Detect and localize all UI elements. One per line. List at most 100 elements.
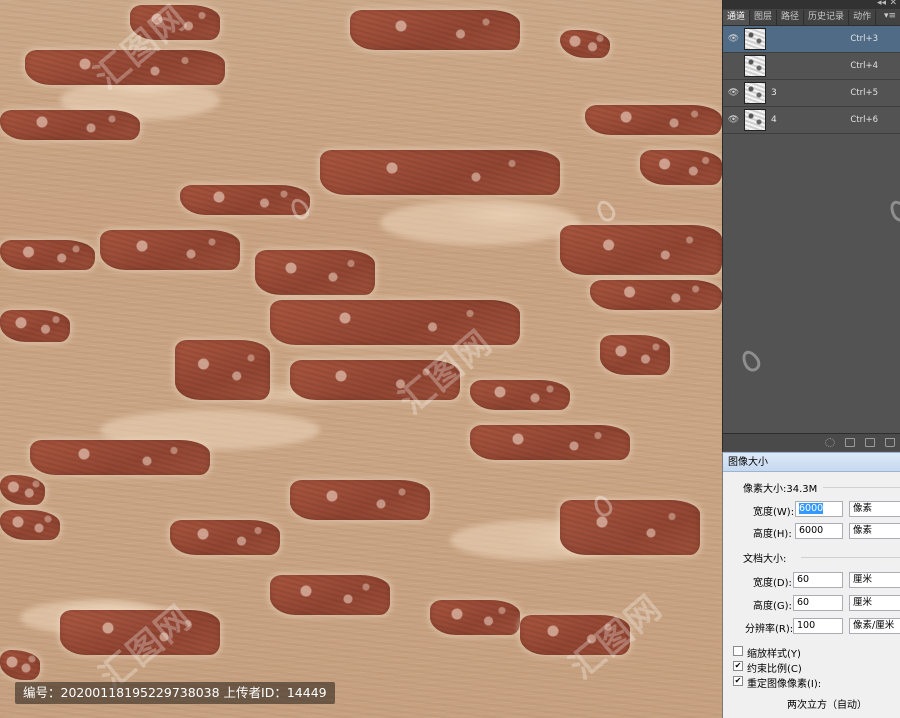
panel-tabs: 通道 图层 路径 历史记录 动作 ▾≡: [723, 9, 900, 26]
image-canvas[interactable]: 汇图网 汇图网 汇图网 汇图网 编号：20200118195229738038 …: [0, 0, 722, 718]
watermark-logo-icon: [738, 347, 764, 375]
channel-shortcut: Ctrl+4: [850, 61, 878, 71]
height-label: 高度(H):: [753, 529, 792, 540]
height-input[interactable]: 6000: [795, 523, 843, 539]
brick: [600, 335, 670, 375]
doc-width-value: 60: [797, 574, 810, 585]
constrain-proportions-checkbox[interactable]: ✔: [733, 661, 743, 671]
brick: [350, 10, 520, 50]
channel-row[interactable]: 👁 3 Ctrl+5: [723, 80, 900, 107]
channel-shortcut: Ctrl+5: [850, 88, 878, 98]
channel-row[interactable]: 👁 4 Ctrl+6: [723, 107, 900, 134]
brick: [430, 600, 520, 635]
delete-channel-icon[interactable]: [885, 438, 895, 447]
brick: [640, 150, 722, 185]
width-input[interactable]: 6000: [795, 501, 843, 517]
panel-menu-icon[interactable]: ▾≡: [884, 11, 896, 21]
doc-height-label: 高度(G):: [753, 601, 792, 612]
tab-layers[interactable]: 图层: [750, 10, 778, 25]
channel-shortcut: Ctrl+3: [850, 34, 878, 44]
doc-height-unit: 厘米: [853, 597, 873, 608]
doc-height-input[interactable]: 60: [793, 595, 843, 611]
watermark: 汇图网: [562, 587, 671, 688]
resolution-input[interactable]: 100: [793, 618, 843, 634]
brick: [290, 480, 430, 520]
eye-icon[interactable]: 👁: [727, 115, 740, 125]
pixel-size-label: 像素大小:34.3M: [743, 484, 818, 495]
brick: [0, 510, 60, 540]
doc-height-value: 60: [797, 597, 810, 608]
load-selection-icon[interactable]: [825, 438, 835, 447]
doc-width-label: 宽度(D):: [753, 578, 792, 589]
channel-name: 3: [771, 88, 777, 98]
resolution-value: 100: [797, 620, 816, 631]
height-value: 6000: [799, 525, 824, 536]
channel-thumbnail: [744, 82, 766, 104]
channel-row[interactable]: 👁 Ctrl+3: [723, 26, 900, 53]
divider: [823, 487, 900, 488]
brick: [0, 240, 95, 270]
channel-row[interactable]: Ctrl+4: [723, 53, 900, 80]
brick: [590, 280, 722, 310]
brick: [560, 30, 610, 58]
channel-thumbnail: [744, 109, 766, 131]
scale-styles-checkbox[interactable]: [733, 646, 743, 656]
eye-icon[interactable]: 👁: [727, 34, 740, 44]
watermark-logo-icon: [593, 197, 619, 225]
height-unit-select[interactable]: 像素▼: [849, 523, 900, 539]
doc-width-unit-select[interactable]: 厘米: [849, 572, 900, 588]
divider: [801, 557, 900, 558]
brick: [470, 425, 630, 460]
brick: [30, 440, 210, 475]
channel-shortcut: Ctrl+6: [850, 115, 878, 125]
doc-height-unit-select[interactable]: 厘米: [849, 595, 900, 611]
tab-history[interactable]: 历史记录: [804, 10, 850, 25]
image-id-caption: 编号：20200118195229738038 上传者ID：14449: [15, 682, 335, 704]
plaster-patch: [380, 200, 580, 245]
watermark-logo-icon: [886, 197, 900, 225]
brick: [170, 520, 280, 555]
width-value: 6000: [799, 503, 824, 514]
scale-styles-label: 缩放样式(Y): [747, 649, 801, 660]
channel-name: 4: [771, 115, 777, 125]
resample-checkbox[interactable]: ✔: [733, 676, 743, 686]
collapse-panel-icon[interactable]: ◂◂: [877, 0, 886, 8]
brick: [560, 225, 722, 275]
dialog-title: 图像大小: [723, 453, 900, 472]
tab-paths[interactable]: 路径: [777, 10, 805, 25]
eye-icon[interactable]: 👁: [727, 88, 740, 98]
height-unit: 像素: [853, 525, 873, 536]
brick: [0, 475, 45, 505]
panel-topbar: ◂◂ ✕: [723, 0, 900, 9]
image-size-dialog: 图像大小 像素大小:34.3M 宽度(W): 6000 像素 高度(H): 60…: [722, 452, 900, 718]
tab-channels[interactable]: 通道: [723, 10, 751, 25]
width-label: 宽度(W):: [753, 507, 795, 518]
width-unit-select[interactable]: 像素: [849, 501, 900, 517]
brick: [585, 105, 722, 135]
brick: [175, 340, 270, 400]
channel-thumbnail: [744, 28, 766, 50]
constrain-proportions-label: 约束比例(C): [747, 664, 802, 675]
save-selection-icon[interactable]: [845, 438, 855, 447]
resolution-unit: 像素/厘米: [853, 620, 895, 631]
new-channel-icon[interactable]: [865, 438, 875, 447]
brick: [470, 380, 570, 410]
brick: [0, 310, 70, 342]
brick: [0, 110, 140, 140]
resolution-unit-select[interactable]: 像素/厘米: [849, 618, 900, 634]
photoshop-window: 汇图网 汇图网 汇图网 汇图网 编号：20200118195229738038 …: [0, 0, 900, 718]
panel-footer: [723, 433, 900, 451]
resolution-label: 分辨率(R):: [745, 624, 794, 635]
brick: [270, 575, 390, 615]
close-panel-icon[interactable]: ✕: [889, 0, 897, 8]
resample-method-select[interactable]: 两次立方（自动）: [787, 696, 867, 711]
brick: [560, 500, 700, 555]
tab-actions[interactable]: 动作: [849, 10, 877, 25]
brick: [0, 650, 40, 680]
document-size-label: 文档大小:: [743, 554, 787, 565]
resample-label: 重定图像像素(I):: [747, 679, 822, 690]
doc-width-unit: 厘米: [853, 574, 873, 585]
doc-width-input[interactable]: 60: [793, 572, 843, 588]
brick: [180, 185, 310, 215]
width-unit: 像素: [853, 503, 873, 514]
